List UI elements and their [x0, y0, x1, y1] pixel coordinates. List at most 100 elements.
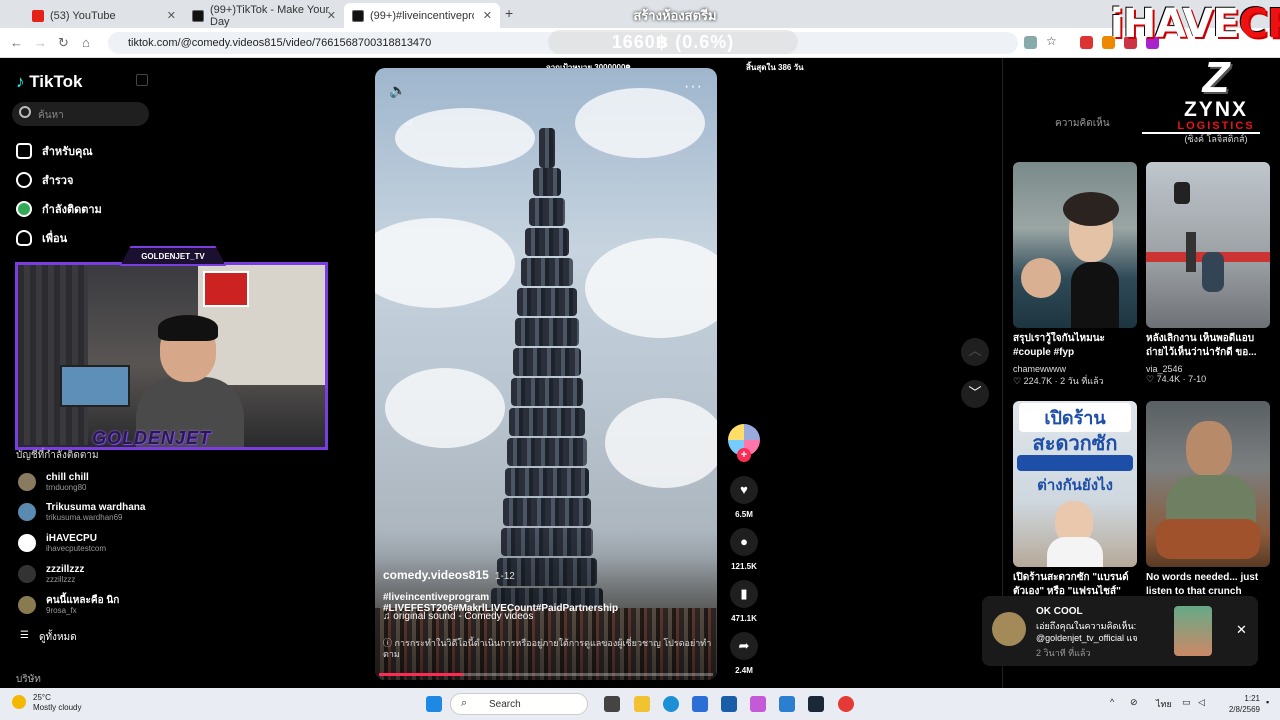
tiktok-logo[interactable]: ♪ TikTok — [16, 72, 82, 92]
friends-icon — [16, 230, 32, 246]
bookmark-star-icon[interactable]: ☆ — [1046, 34, 1059, 48]
close-icon[interactable]: ✕ — [167, 9, 176, 22]
chevron-up-icon[interactable]: ^ — [1110, 697, 1114, 707]
file-explorer-icon[interactable] — [634, 696, 650, 712]
sidebar-account[interactable]: zzzillzzz zzzillzzz — [18, 564, 84, 584]
following-accounts-header: บัญชีที่กำลังติดตาม — [16, 450, 99, 461]
video-thumbnail[interactable]: เปิดร้าน สะดวกซัก ต่างกันยังไง — [1013, 401, 1137, 567]
language-indicator[interactable]: ไทย — [1156, 697, 1172, 711]
new-tab-button[interactable]: + — [505, 5, 513, 21]
comment-icon: ● — [740, 534, 748, 549]
heart-icon: ♥ — [740, 482, 748, 497]
task-view-icon[interactable] — [604, 696, 620, 712]
video-disclaimer: ⓘ การกระทำในวิดีโอนี้ดำเนินการหรืออยู่ภา… — [383, 638, 712, 659]
video-player[interactable]: 🔈 ··· comedy.videos815 1-12 #liveincentiv… — [375, 68, 717, 680]
weather-widget[interactable]: 25°C Mostly cloudy — [12, 693, 81, 713]
back-icon[interactable]: ← — [10, 35, 23, 50]
network-off-icon[interactable]: ⊘ — [1130, 697, 1138, 708]
share-button[interactable]: ➦ — [730, 632, 758, 660]
video-progress-bar[interactable] — [379, 673, 713, 676]
monitor — [60, 365, 130, 407]
share-icon: ➦ — [738, 638, 750, 653]
store-icon[interactable] — [721, 696, 737, 712]
video-thumbnail[interactable] — [1146, 401, 1270, 567]
edge-icon[interactable] — [663, 696, 679, 712]
tiktok-icon — [352, 9, 364, 22]
app-icon[interactable] — [692, 696, 708, 712]
search-input[interactable]: ค้นหา — [12, 102, 149, 126]
card-user[interactable]: chamewwww — [1013, 364, 1137, 374]
sidebar-account[interactable]: คนนี้แหละคือ นิก 9rosa_fx — [18, 595, 119, 615]
related-video-card[interactable]: หลังเลิกงาน เห็นพอดีแอบถ่ายไว้เห็นว่าน่า… — [1146, 162, 1270, 385]
view-all-link[interactable]: ☰ ดูทั้งหมด — [20, 630, 77, 645]
notification-bell-icon[interactable]: ▪ — [1266, 697, 1269, 707]
chevron-up-icon: ︿ — [968, 343, 982, 358]
close-icon[interactable]: ✕ — [483, 9, 492, 22]
next-video-button[interactable]: ﹀ — [961, 380, 989, 408]
donation-amount: 1660฿ (0.6%) — [548, 30, 798, 54]
volume-icon[interactable]: ◁ — [1198, 697, 1205, 708]
video-thumbnail[interactable] — [1146, 162, 1270, 328]
start-icon[interactable] — [426, 696, 442, 712]
outlook-icon[interactable] — [779, 696, 795, 712]
forward-icon[interactable]: → — [34, 35, 47, 50]
chrome-icon[interactable] — [838, 696, 854, 712]
card-meta: ♡ 74.4K · 7-10 — [1146, 374, 1207, 384]
related-video-card[interactable]: No words needed... just listen to that c… — [1146, 401, 1270, 601]
sidebar-item-following[interactable]: กำลังติดตาม — [16, 200, 102, 218]
home-icon[interactable]: ⌂ — [82, 35, 90, 50]
like-button[interactable]: ♥ — [730, 476, 758, 504]
home-icon — [16, 143, 32, 159]
tab-comments[interactable]: ความคิดเห็น — [1055, 116, 1110, 131]
system-clock[interactable]: 1:21 2/8/2569 — [1218, 693, 1260, 715]
tab-youtube[interactable]: (53) YouTube ✕ — [24, 3, 184, 28]
mute-icon[interactable]: 🔈 — [389, 82, 406, 99]
sidebar-account[interactable]: iHAVECPU ihavecputestcom — [18, 533, 106, 553]
avatar — [992, 612, 1026, 646]
collapse-sidebar-icon[interactable] — [136, 74, 148, 86]
card-user[interactable]: via_2546 — [1146, 364, 1270, 374]
info-icon: ⓘ — [383, 638, 395, 648]
close-icon[interactable]: ✕ — [1236, 622, 1247, 638]
search-placeholder: ค้นหา — [38, 110, 64, 121]
company-link[interactable]: บริษัท — [16, 672, 41, 687]
related-video-card[interactable]: เปิดร้าน สะดวกซัก ต่างกันยังไง เปิดร้านส… — [1013, 401, 1137, 601]
sidebar-item-foryou[interactable]: สำหรับคุณ — [16, 142, 93, 160]
follow-plus-icon[interactable]: + — [737, 448, 751, 462]
previous-video-button[interactable]: ︿ — [961, 338, 989, 366]
comment-button[interactable]: ● — [730, 528, 758, 556]
related-video-card[interactable]: สรุปเราวู้ใจกันไหมนะ #couple #fyp chamew… — [1013, 162, 1137, 388]
sidebar-account[interactable]: Trikusuma wardhana trikusuma.wardhan69 — [18, 502, 145, 522]
card-meta: ♡ 224.7K · 2 วัน ที่แล้ว — [1013, 376, 1104, 386]
extension-icon[interactable] — [1080, 36, 1093, 49]
display-icon[interactable]: ▭ — [1182, 697, 1191, 708]
translate-icon[interactable] — [1024, 36, 1037, 49]
reload-icon[interactable]: ↻ — [58, 35, 69, 51]
tab-title: (53) YouTube — [50, 9, 116, 22]
sidebar-account[interactable]: chill chill trnduong80 — [18, 472, 89, 492]
sidebar-item-explore[interactable]: สำรวจ — [16, 171, 73, 189]
ihavecpu-logo: iHAVECPU — [1110, 1, 1280, 47]
more-options-icon[interactable]: ··· — [684, 78, 703, 96]
save-button[interactable]: ▮ — [730, 580, 758, 608]
video-thumbnail[interactable] — [1013, 162, 1137, 328]
close-icon[interactable]: ✕ — [327, 9, 336, 22]
steam-icon[interactable] — [808, 696, 824, 712]
sidebar-item-friends[interactable]: เพื่อน — [16, 229, 67, 247]
toast-body: เอ่ยถึงคุณในความคิดเห็น: @goldenjet_tv_o… — [1036, 621, 1138, 643]
tiktok-note-icon: ♪ — [16, 72, 25, 91]
streamer-webcam — [15, 262, 328, 450]
tab-active-video[interactable]: (99+)#liveincentiveprogram ✕ — [344, 3, 500, 28]
video-sound[interactable]: ♫ original sound - Comedy videos — [383, 611, 533, 622]
video-username[interactable]: comedy.videos815 1-12 — [383, 568, 515, 582]
sun-icon — [12, 695, 26, 709]
sponsor-logo: Z ZYNX LOGISTICS (ซิงค์ โลจิสติกส์) — [1177, 53, 1255, 145]
taskbar-search[interactable]: ⌕ Search — [450, 693, 588, 715]
wall-poster — [203, 271, 249, 307]
list-icon: ☰ — [20, 630, 29, 641]
tab-tiktok[interactable]: (99+)TikTok - Make Your Day ✕ — [184, 3, 344, 28]
copilot-icon[interactable] — [750, 696, 766, 712]
url-text: tiktok.com/@comedy.videos815/video/76615… — [128, 37, 432, 49]
notification-toast[interactable]: OK COOL เอ่ยถึงคุณในความคิดเห็น: @golden… — [982, 596, 1258, 666]
comment-count: 121.5K — [731, 562, 757, 571]
